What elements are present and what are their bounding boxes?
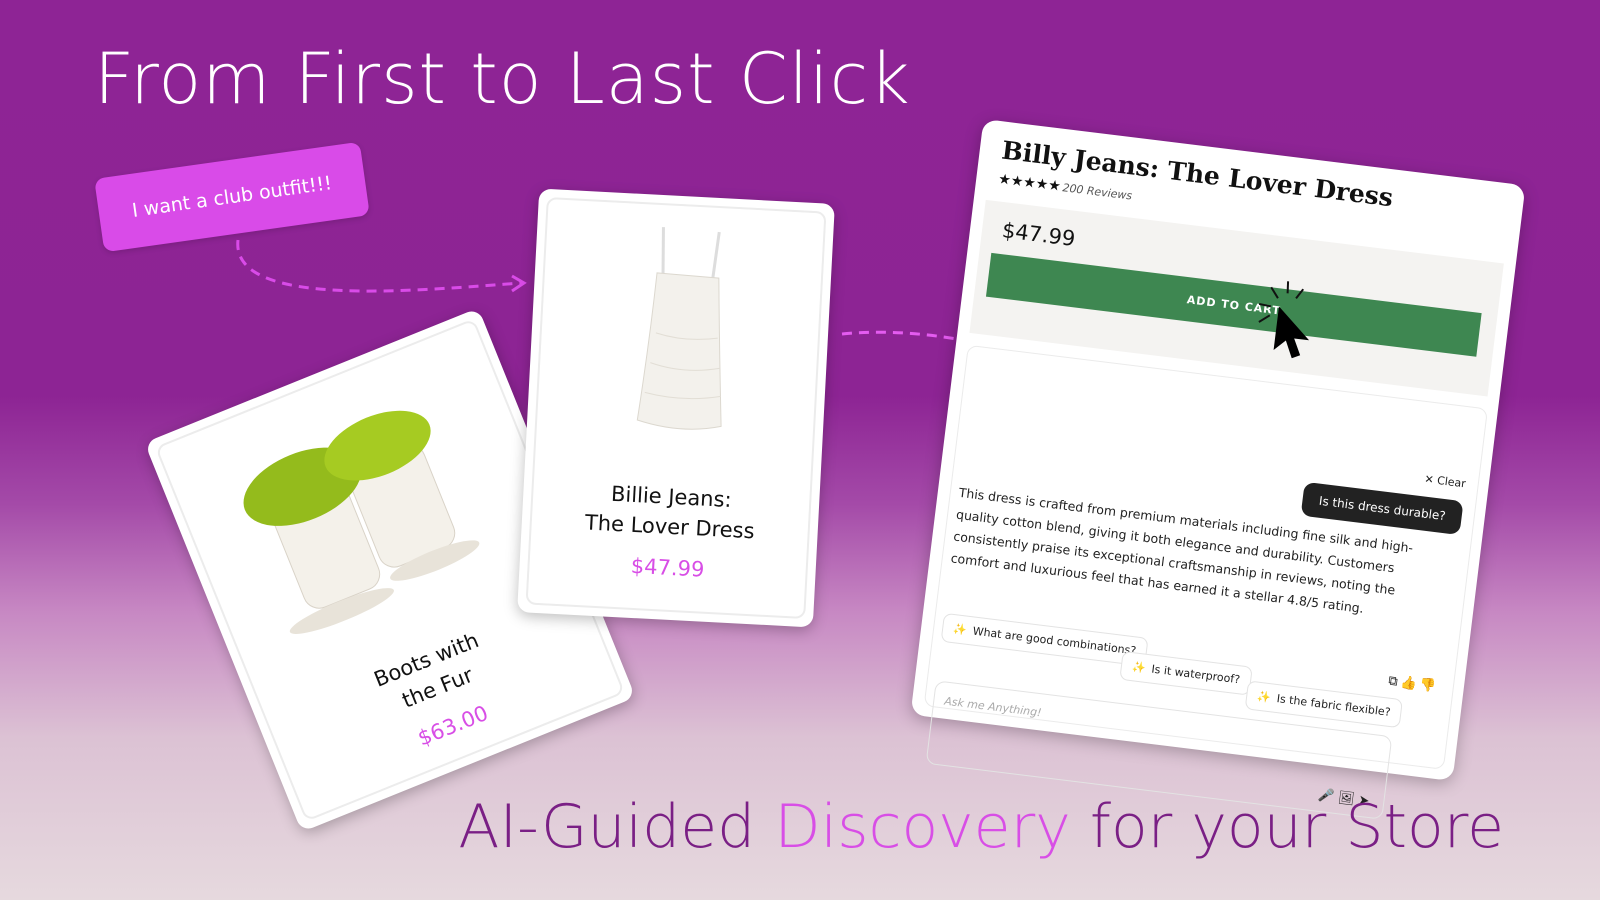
review-count: 200 Reviews <box>1061 181 1133 203</box>
tagline-pre: AI-Guided <box>458 792 775 862</box>
suggestion-chip[interactable]: ✨ Is it waterproof? <box>1119 650 1253 696</box>
answer-actions: ⧉👍👎 <box>1388 674 1440 695</box>
assistant-chat: ✕ Clear Is this dress durable? This dres… <box>923 344 1489 820</box>
product-card-dress[interactable]: Billie Jeans: The Lover Dress $47.99 <box>517 188 835 628</box>
headline: From First to Last Click <box>94 38 911 120</box>
product-price: $47.99 <box>1000 218 1077 251</box>
clear-label: Clear <box>1436 473 1467 491</box>
chat-input-placeholder: Ask me Anything! <box>943 694 1043 720</box>
sparkle-icon: ✨ <box>1256 689 1272 705</box>
clear-button[interactable]: ✕ Clear <box>1424 472 1467 490</box>
suggestion-label: Is the fabric flexible? <box>1276 692 1392 719</box>
star-icons: ★★★★★ <box>997 171 1062 195</box>
suggestion-label: Is it waterproof? <box>1150 662 1241 687</box>
tagline-post: for your Store <box>1070 792 1504 862</box>
sparkle-icon: ✨ <box>952 622 968 637</box>
tagline: AI-Guided Discovery for your Store <box>458 792 1504 862</box>
sparkle-icon: ✨ <box>1131 660 1147 675</box>
tagline-highlight: Discovery <box>774 792 1071 862</box>
thumbs-down-icon[interactable]: 👎 <box>1419 677 1440 694</box>
product-page-panel: Billy Jeans: The Lover Dress ★★★★★200 Re… <box>910 118 1526 820</box>
suggestion-label: What are good combinations? <box>972 624 1137 658</box>
suggestion-chip[interactable]: ✨ What are good combinations? <box>940 612 1149 667</box>
thumbs-up-icon[interactable]: 👍 <box>1400 675 1421 692</box>
dress-image <box>636 227 722 430</box>
cursor-click-icon <box>1258 281 1310 359</box>
add-to-cart-button[interactable]: ADD TO CART <box>985 252 1482 357</box>
